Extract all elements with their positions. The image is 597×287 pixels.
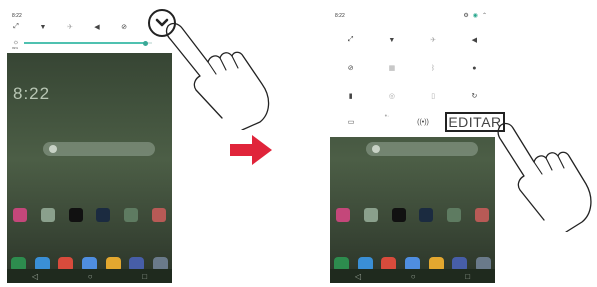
volume-icon[interactable]: ◀ (92, 22, 102, 32)
app-icon[interactable] (151, 208, 166, 222)
right-arrow-icon (230, 135, 272, 165)
app-icon[interactable] (336, 208, 350, 222)
dnd-icon[interactable]: ⊘ (119, 22, 129, 32)
airplane-icon[interactable]: ✈ (428, 35, 438, 45)
quick-toggle-row-1: ⤢ ▼ ✈ ◀ (330, 35, 495, 45)
app-icon[interactable] (68, 208, 83, 222)
settings-icon[interactable]: ⚙ (463, 12, 468, 19)
app-icon[interactable] (474, 208, 489, 222)
app-icon[interactable] (124, 208, 139, 222)
app-icon[interactable] (419, 208, 434, 222)
brightness-slider-thumb[interactable] (143, 40, 149, 46)
wifi-icon[interactable]: ▼ (387, 35, 397, 45)
hotspot-icon[interactable]: ((•)) (417, 117, 429, 127)
home-icon[interactable]: ○ (88, 272, 93, 281)
app-icon[interactable] (447, 208, 462, 222)
home-clock: 8:22 (13, 84, 51, 103)
location-icon[interactable]: ● (469, 63, 479, 73)
nav-bar: ◁ ○ □ (330, 269, 495, 283)
recents-icon[interactable]: □ (142, 272, 147, 281)
nfc-icon[interactable]: ▦ (387, 63, 397, 73)
search-widget-icon (49, 145, 57, 153)
app-icon[interactable] (391, 208, 406, 222)
left-phone-screen: 8:22 ◁ ○ □ 8:22 ⤢ ▼ ✈ ◀ ⊘ ☼ 99% (7, 9, 172, 283)
search-widget-icon (372, 145, 380, 153)
app-icon[interactable] (96, 208, 111, 222)
search-widget[interactable] (366, 142, 478, 156)
battery-saver-icon[interactable]: ▯ (428, 91, 438, 101)
pointing-hand-illustration (165, 22, 270, 130)
cast-icon[interactable]: ▭ (346, 117, 356, 127)
account-icon[interactable]: ◉ (473, 12, 478, 19)
back-icon[interactable]: ◁ (32, 272, 38, 281)
right-phone-screen: ◁ ○ □ 8:22 ⚙ ◉ ⌃ ⤢ ▼ ✈ ◀ ⊘ ▦ ᛒ ● ▮ ◎ ▯ ↻ (330, 9, 495, 283)
brightness-value: 99% (12, 46, 19, 50)
brightness-slider-fill (24, 42, 146, 44)
rotate-icon[interactable]: ⤢ (346, 35, 356, 45)
home-icon[interactable]: ○ (411, 272, 416, 281)
collapse-icon[interactable]: ⌃ (482, 12, 487, 19)
app-row (13, 208, 166, 222)
airplane-icon[interactable]: ✈ (65, 22, 75, 32)
quick-toggle-row-2: ⊘ ▦ ᛒ ● (330, 63, 495, 73)
status-time: 8:22 (335, 13, 345, 19)
wifi-icon[interactable]: ▼ (38, 22, 48, 32)
status-time: 8:22 (12, 13, 22, 19)
volume-icon[interactable]: ◀ (469, 35, 479, 45)
app-icon[interactable] (363, 208, 378, 222)
app-icon[interactable] (40, 208, 55, 222)
panel-header-icons: ⚙ ◉ ⌃ (463, 12, 487, 19)
pointing-hand-illustration (497, 122, 592, 232)
app-row (336, 208, 489, 222)
search-widget[interactable] (43, 142, 155, 156)
bluetooth-icon[interactable]: ᛒ (428, 63, 438, 73)
rotate-icon[interactable]: ⤢ (11, 22, 21, 32)
flashlight-icon[interactable]: ▮ (346, 91, 356, 101)
recents-icon[interactable]: □ (465, 272, 470, 281)
app-icon[interactable] (13, 208, 27, 222)
sync-icon[interactable]: ↻ (469, 91, 479, 101)
back-icon[interactable]: ◁ (355, 272, 361, 281)
quick-toggle-row-3: ▮ ◎ ▯ ↻ (330, 91, 495, 101)
quick-settings-shade: 8:22 ⤢ ▼ ✈ ◀ ⊘ ☼ 99% (7, 9, 172, 53)
dnd-icon[interactable]: ⊘ (346, 63, 356, 73)
nav-bar: ◁ ○ □ (7, 269, 172, 283)
data-icon[interactable]: ◎ (387, 91, 397, 101)
page-dots-icon: •· (384, 112, 390, 120)
